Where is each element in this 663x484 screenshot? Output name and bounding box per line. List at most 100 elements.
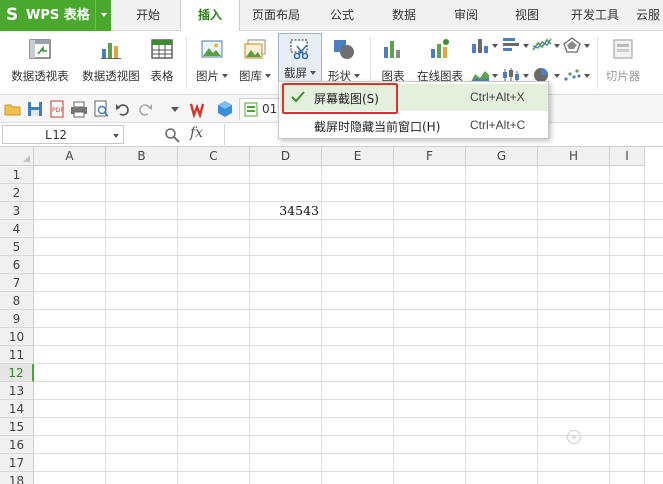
row-header[interactable]: 12 [0,364,34,382]
radar-chart-icon [563,37,581,53]
tab-view[interactable]: 视图 [503,0,551,31]
gridline [34,399,663,400]
print-preview-icon[interactable] [92,100,110,118]
bar-chart-icon [503,38,519,51]
gridline [34,417,663,418]
fx-icon[interactable]: fx [190,125,203,141]
column-header[interactable]: I [610,147,645,166]
redo-icon[interactable] [136,100,154,118]
print-icon[interactable] [70,100,88,118]
svg-text:PDF: PDF [52,107,64,114]
column-chart-dropdown[interactable] [470,36,498,54]
tab-data[interactable]: 数据 [380,0,428,31]
column-header[interactable]: E [322,147,394,166]
gridline [177,166,178,484]
row-header[interactable]: 6 [0,256,34,274]
menu-item-shortcut: Ctrl+Alt+X [470,90,525,104]
name-box[interactable]: L12 [2,125,124,144]
picture-button[interactable]: 图片 [192,35,232,91]
bar-chart-dropdown[interactable] [501,36,529,54]
tab-formulas[interactable]: 公式 [318,0,366,31]
scatter-chart-dropdown[interactable] [562,66,590,84]
slicer-icon [613,39,633,59]
wps-logo-icon: S [6,5,19,25]
row-header[interactable]: 7 [0,274,34,292]
menu-item-hide-window[interactable]: 截屏时隐藏当前窗口(H) Ctrl+Alt+C [280,112,548,139]
row-header[interactable]: 18 [0,472,34,484]
shapes-icon [334,40,354,59]
row-header[interactable]: 1 [0,166,34,184]
screenshot-scissors-icon [290,39,309,60]
cloud-box-icon[interactable] [216,100,234,118]
menu-item-label: 截屏时隐藏当前窗口(H) [314,120,441,134]
ribbon-separator [186,37,187,89]
online-chart-icon [431,39,449,58]
column-header[interactable]: H [538,147,610,166]
spreadsheet-grid[interactable]: ABCDEFGHI 1 2 3 4 5 6 7 8 9 10 11 12 13 14 15 16 17 18 34… [0,147,663,484]
open-folder-icon[interactable] [4,100,22,118]
tab-review[interactable]: 审阅 [442,0,490,31]
line-chart-dropdown[interactable] [532,36,560,54]
pivot-table-button[interactable]: 数据透视表 [6,35,74,91]
watermark [566,428,642,446]
column-header[interactable]: B [106,147,178,166]
gridline [34,363,663,364]
row-header[interactable]: 9 [0,310,34,328]
gridline [34,327,663,328]
column-header[interactable]: F [394,147,466,166]
spreadsheet-file-icon [244,102,258,117]
column-header[interactable]: A [34,147,106,166]
gridline [34,345,663,346]
gallery-button[interactable]: 图库 [236,35,274,91]
menu-item-shortcut: Ctrl+Alt+C [470,118,526,132]
export-pdf-icon[interactable]: PDF [48,100,66,118]
app-dropdown-arrow[interactable] [95,0,111,31]
row-header[interactable]: 10 [0,328,34,346]
customize-toolbar-icon[interactable] [166,100,184,118]
gridline [34,183,663,184]
table-button[interactable]: 表格 [146,35,178,91]
tab-cloud[interactable]: 云服 [636,0,663,31]
name-box-dropdown-icon[interactable] [113,134,119,138]
gridline [34,291,663,292]
slicer-button: 切片器 [602,35,644,91]
cell-d3[interactable]: 34543 [250,202,321,220]
screenshot-button[interactable]: 截屏 [278,33,322,83]
zoom-icon[interactable] [164,127,180,143]
app-menu-button[interactable]: S WPS 表格 [0,0,111,31]
pivot-chart-label: 数据透视图 [82,69,140,83]
tab-developer[interactable]: 开发工具 [564,0,626,31]
tab-home[interactable]: 开始 [124,0,172,31]
app-title: WPS 表格 [26,8,90,23]
save-icon[interactable] [26,100,44,118]
slicer-label: 切片器 [605,69,641,83]
wps-w-icon[interactable] [190,100,208,118]
tab-page-layout[interactable]: 页面布局 [245,0,307,31]
row-header[interactable]: 16 [0,436,34,454]
column-header[interactable]: G [466,147,538,166]
row-header[interactable]: 3 [0,202,34,220]
pivot-chart-button[interactable]: 数据透视图 [78,35,144,91]
row-header[interactable]: 8 [0,292,34,310]
row-header[interactable]: 17 [0,454,34,472]
select-all-corner[interactable] [0,147,34,166]
row-header[interactable]: 4 [0,220,34,238]
row-header[interactable]: 11 [0,346,34,364]
gridline [321,166,322,484]
row-header[interactable]: 14 [0,400,34,418]
row-header[interactable]: 13 [0,382,34,400]
row-header[interactable]: 5 [0,238,34,256]
gridline [34,237,663,238]
screenshot-label: 截屏 [279,65,321,81]
picture-icon [201,40,223,58]
scatter-chart-icon [564,69,581,81]
column-header[interactable]: D [250,147,322,166]
row-header[interactable]: 15 [0,418,34,436]
tab-insert[interactable]: 插入 [180,0,240,32]
undo-icon[interactable] [114,100,132,118]
radar-chart-dropdown[interactable] [562,36,590,54]
gridline [34,273,663,274]
row-header[interactable]: 2 [0,184,34,202]
pivot-chart-icon [101,43,121,59]
column-header[interactable]: C [178,147,250,166]
